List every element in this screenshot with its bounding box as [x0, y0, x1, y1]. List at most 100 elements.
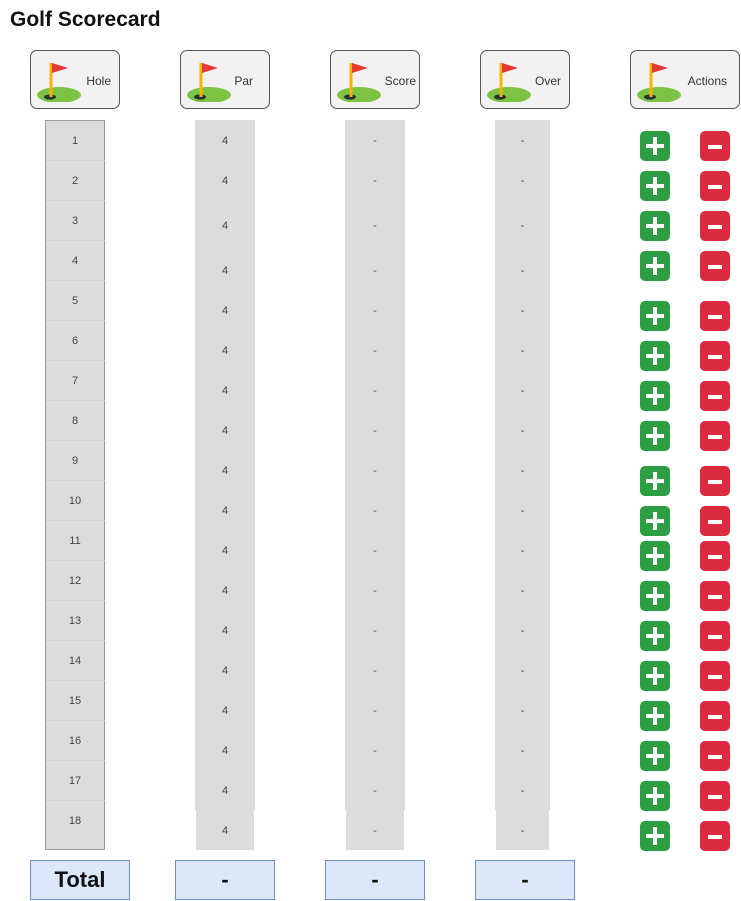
- plus-icon: [646, 137, 664, 155]
- increment-score-button[interactable]: [640, 421, 670, 451]
- row-divider: [46, 560, 105, 561]
- hole-number: 4: [71, 255, 79, 267]
- minus-icon: [708, 555, 722, 559]
- minus-icon: [708, 355, 722, 359]
- score-value: -: [373, 465, 377, 477]
- minus-icon: [708, 835, 722, 839]
- plus-icon: [646, 217, 664, 235]
- score-value: -: [373, 135, 377, 147]
- hole-column-label: Hole: [86, 74, 111, 88]
- row-divider: [46, 200, 105, 201]
- par-value: 4: [221, 425, 229, 437]
- hole-number: 3: [71, 215, 79, 227]
- over-value: -: [520, 785, 525, 797]
- over-value: -: [520, 505, 525, 517]
- score-value: -: [373, 585, 377, 597]
- increment-score-button[interactable]: [640, 701, 670, 731]
- increment-score-button[interactable]: [640, 341, 670, 371]
- hole-number: 6: [71, 335, 79, 347]
- decrement-score-button[interactable]: [700, 211, 730, 241]
- decrement-score-button[interactable]: [700, 251, 730, 281]
- score-value: -: [373, 545, 377, 557]
- increment-score-button[interactable]: [640, 661, 670, 691]
- increment-score-button[interactable]: [640, 301, 670, 331]
- hole-number: 7: [71, 375, 79, 387]
- decrement-score-button[interactable]: [700, 131, 730, 161]
- score-column-button[interactable]: Score: [330, 50, 420, 109]
- over-value: -: [520, 385, 525, 397]
- score-value: -: [373, 265, 377, 277]
- over-column-button[interactable]: Over: [480, 50, 570, 109]
- minus-icon: [708, 755, 722, 759]
- increment-score-button[interactable]: [640, 506, 670, 536]
- par-value: 4: [221, 220, 229, 232]
- over-column-label: Over: [534, 74, 561, 88]
- decrement-score-button[interactable]: [700, 421, 730, 451]
- decrement-score-button[interactable]: [700, 301, 730, 331]
- score-value: -: [373, 705, 377, 717]
- over-value: -: [520, 175, 525, 187]
- increment-score-button[interactable]: [640, 781, 670, 811]
- over-value: -: [520, 220, 525, 232]
- decrement-score-button[interactable]: [700, 506, 730, 536]
- minus-icon: [708, 265, 722, 269]
- minus-icon: [708, 795, 722, 799]
- increment-score-button[interactable]: [640, 251, 670, 281]
- increment-score-button[interactable]: [640, 211, 670, 241]
- score-value: -: [373, 505, 377, 517]
- decrement-score-button[interactable]: [700, 581, 730, 611]
- plus-icon: [646, 747, 664, 765]
- decrement-score-button[interactable]: [700, 821, 730, 851]
- over-value: -: [520, 265, 525, 277]
- minus-icon: [708, 395, 722, 399]
- hole-number: 9: [71, 455, 79, 467]
- plus-icon: [646, 512, 664, 530]
- increment-score-button[interactable]: [640, 381, 670, 411]
- plus-icon: [646, 787, 664, 805]
- total-label: Total: [30, 860, 130, 900]
- over-value: -: [520, 465, 525, 477]
- plus-icon: [646, 827, 664, 845]
- decrement-score-button[interactable]: [700, 171, 730, 201]
- over-value: -: [520, 705, 525, 717]
- decrement-score-button[interactable]: [700, 781, 730, 811]
- increment-score-button[interactable]: [640, 621, 670, 651]
- increment-score-button[interactable]: [640, 741, 670, 771]
- actions-column-label: Actions: [687, 74, 727, 88]
- decrement-score-button[interactable]: [700, 381, 730, 411]
- row-divider: [46, 640, 105, 641]
- decrement-score-button[interactable]: [700, 466, 730, 496]
- decrement-score-button[interactable]: [700, 741, 730, 771]
- par-value: 4: [221, 385, 229, 397]
- par-value: 4: [221, 665, 229, 677]
- minus-icon: [708, 675, 722, 679]
- increment-score-button[interactable]: [640, 581, 670, 611]
- plus-icon: [646, 627, 664, 645]
- increment-score-button[interactable]: [640, 821, 670, 851]
- hole-column-button[interactable]: Hole: [30, 50, 120, 109]
- par-column-button[interactable]: Par: [180, 50, 270, 109]
- par-value: 4: [221, 305, 229, 317]
- increment-score-button[interactable]: [640, 466, 670, 496]
- decrement-score-button[interactable]: [700, 621, 730, 651]
- total-par: -: [175, 860, 275, 900]
- increment-score-button[interactable]: [640, 541, 670, 571]
- par-value: 4: [221, 265, 229, 277]
- decrement-score-button[interactable]: [700, 661, 730, 691]
- plus-icon: [646, 472, 664, 490]
- minus-icon: [708, 315, 722, 319]
- decrement-score-button[interactable]: [700, 341, 730, 371]
- minus-icon: [708, 635, 722, 639]
- increment-score-button[interactable]: [640, 171, 670, 201]
- decrement-score-button[interactable]: [700, 541, 730, 571]
- row-divider: [46, 440, 105, 441]
- row-divider: [46, 760, 105, 761]
- plus-icon: [646, 307, 664, 325]
- over-value: -: [520, 745, 525, 757]
- increment-score-button[interactable]: [640, 131, 670, 161]
- minus-icon: [708, 480, 722, 484]
- plus-icon: [646, 257, 664, 275]
- decrement-score-button[interactable]: [700, 701, 730, 731]
- plus-icon: [646, 177, 664, 195]
- actions-column-button[interactable]: Actions: [630, 50, 740, 109]
